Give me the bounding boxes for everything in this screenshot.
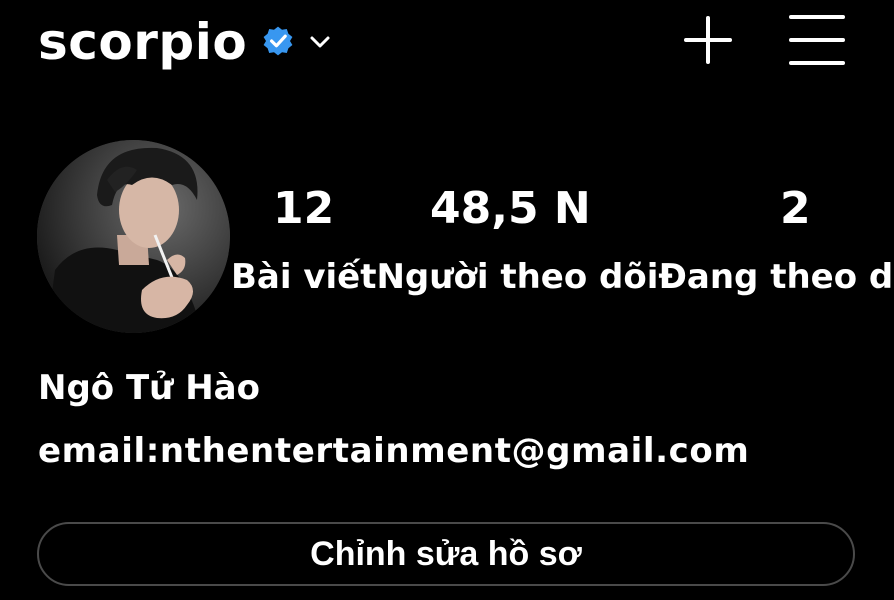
- hamburger-menu-icon[interactable]: [788, 14, 846, 66]
- chevron-down-icon[interactable]: [308, 30, 332, 54]
- display-name: Ngô Tử Hào: [38, 368, 260, 408]
- username-title[interactable]: scorpio: [38, 12, 247, 72]
- stats-labels: Bài viếtNgười theo dõiĐang theo d: [231, 257, 894, 297]
- following-count[interactable]: 2: [780, 184, 811, 234]
- avatar-photo-icon: [37, 140, 230, 333]
- profile-avatar[interactable]: [37, 140, 230, 333]
- posts-count[interactable]: 12: [273, 184, 334, 234]
- plus-icon[interactable]: [682, 14, 734, 66]
- verified-badge-icon: [263, 26, 293, 56]
- followers-count[interactable]: 48,5 N: [430, 184, 591, 234]
- bio-text: email:nthentertainment@gmail.com: [38, 431, 750, 471]
- edit-profile-button[interactable]: Chỉnh sửa hồ sơ: [37, 522, 855, 586]
- profile-header: scorpio: [0, 0, 894, 90]
